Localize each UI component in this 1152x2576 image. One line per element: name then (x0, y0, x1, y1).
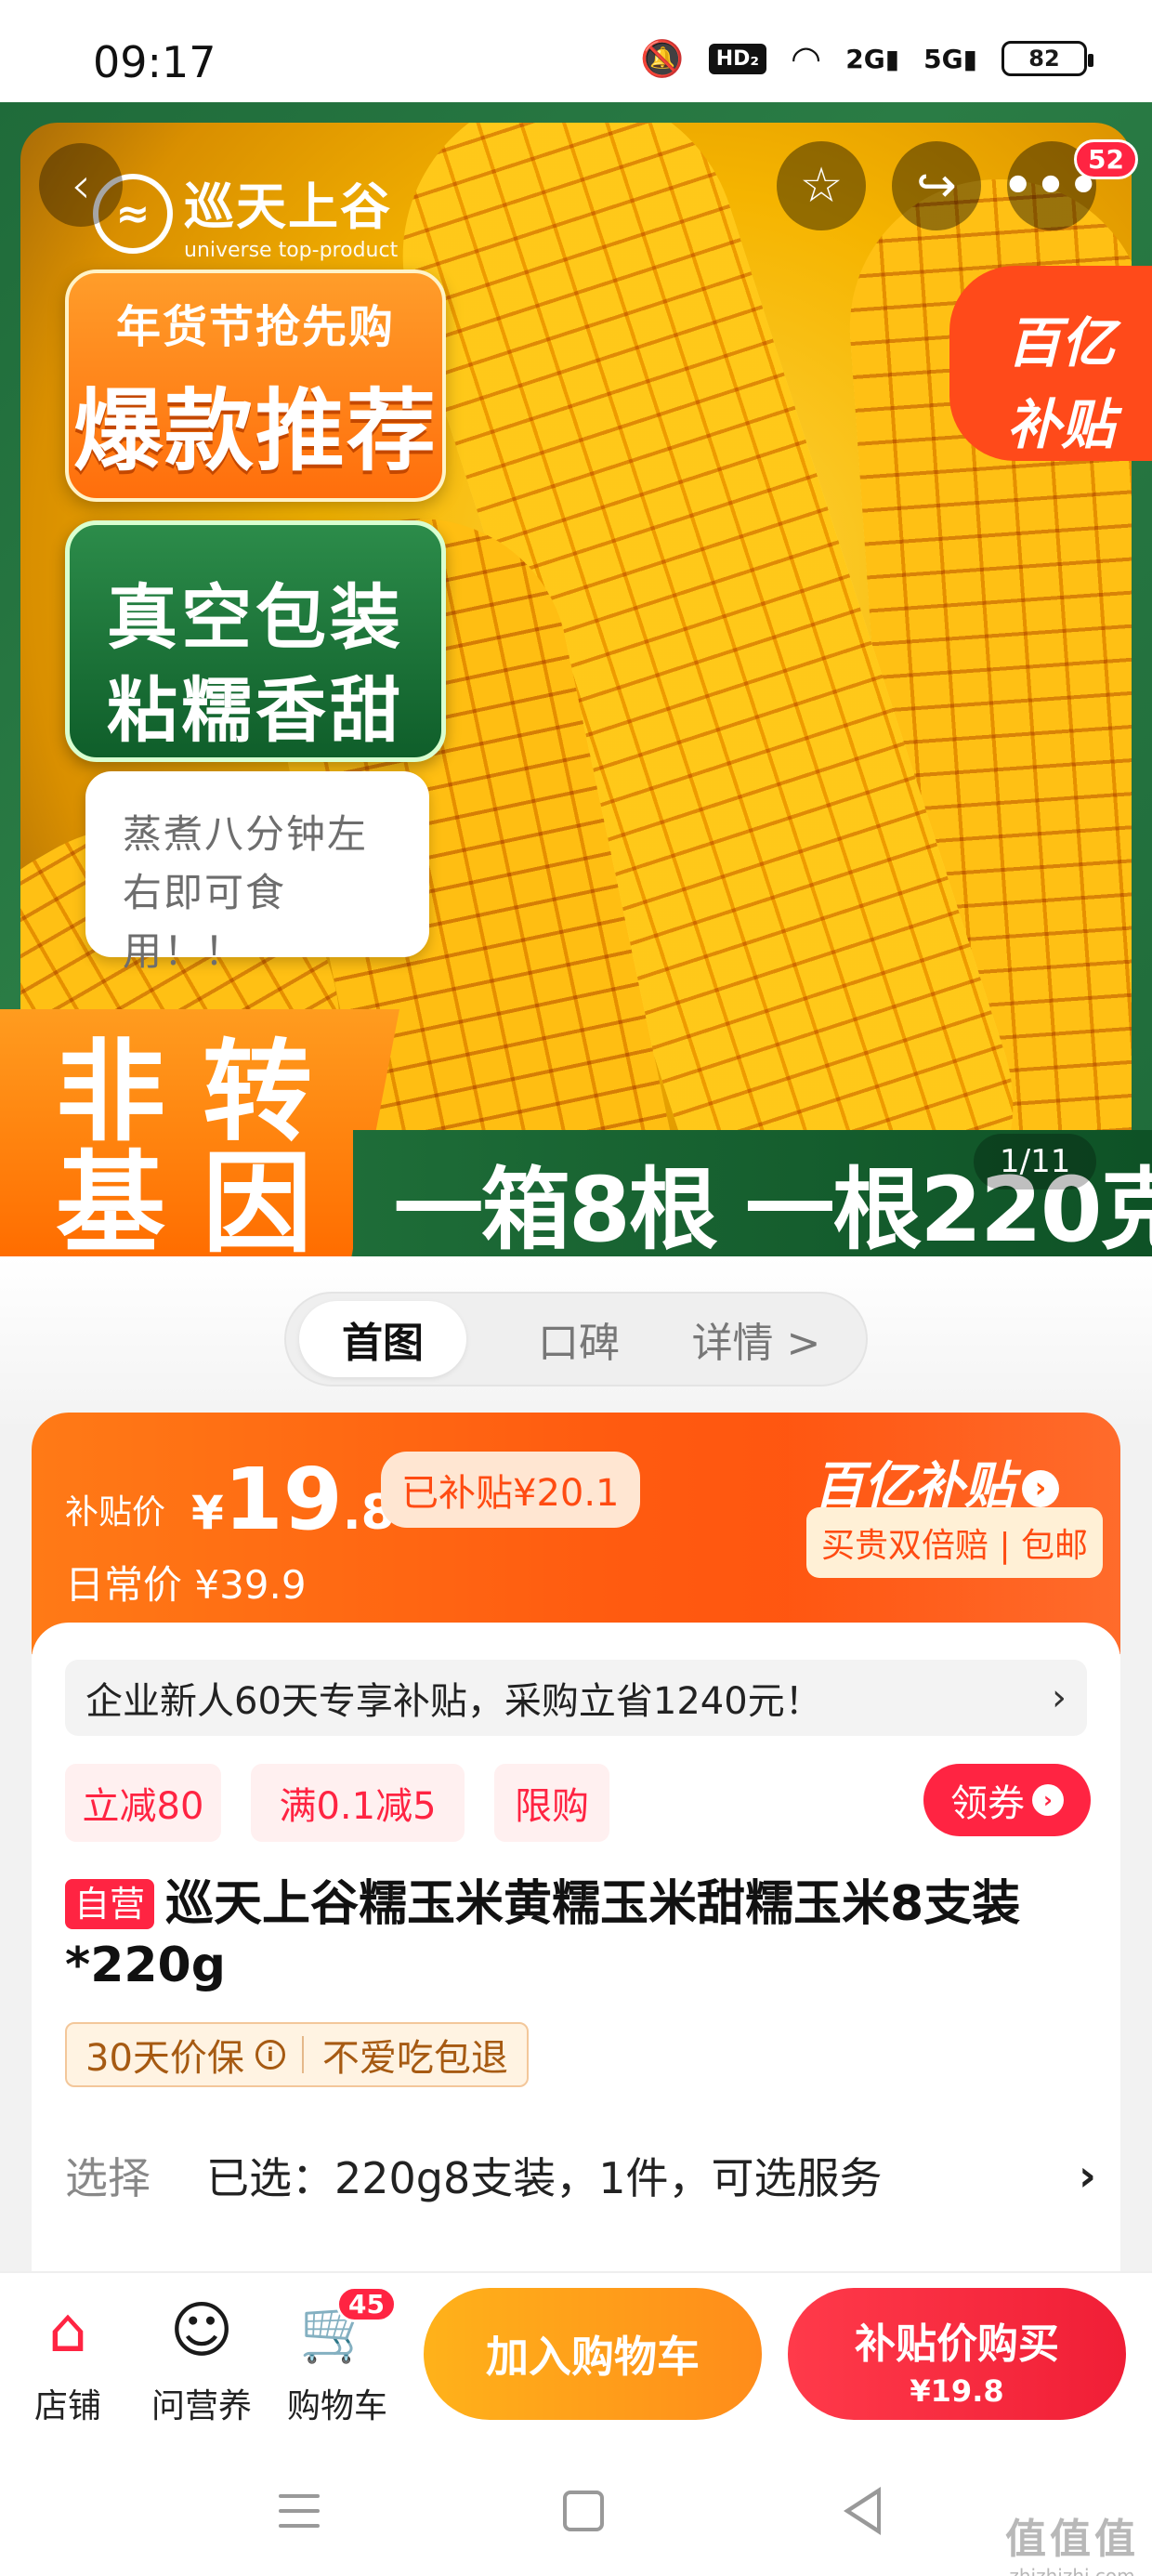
promo-main-text: 爆款推荐 (73, 379, 438, 483)
program-name: 百亿补贴 (814, 1456, 1015, 1515)
service-1-label: 30天价保 (85, 2037, 244, 2080)
brand-logo-block: ≈ 巡天上谷 universe top-product (93, 165, 398, 262)
share-button[interactable]: ↪ (892, 141, 981, 230)
tab-main-image[interactable]: 首图 (299, 1301, 466, 1377)
signal-5g-icon: 5G▮ (923, 43, 977, 74)
chevron-right-icon: › (1079, 2150, 1096, 2201)
price-integer: 19 (223, 1450, 343, 1549)
product-title: 自营 巡天上谷糯玉米黄糯玉米甜糯玉米8支装*220g (65, 1873, 1096, 1996)
tab-area: 首图 口碑 详情 > (0, 1256, 1152, 1424)
signal-2g-icon: 2G▮ (845, 43, 900, 74)
buy-price: ¥19.8 (910, 2373, 1004, 2409)
buy-label: 补贴价购买 (855, 2320, 1059, 2368)
status-time: 09:17 (93, 37, 216, 87)
coupon-row: 立减80 满0.1减5 限购 领券 › (65, 1764, 1091, 1844)
brand-name: 巡天上谷 (184, 177, 392, 236)
cart-count-badge: 45 (336, 2286, 397, 2322)
system-nav-bar (0, 2438, 1152, 2576)
yi-badge-line-2: 补贴 (1006, 393, 1115, 456)
pack-line-2: 粘糯香甜 (107, 669, 404, 752)
menu-icon[interactable] (279, 2494, 320, 2539)
add-to-cart-button[interactable]: 加入购物车 (424, 2288, 762, 2420)
store-button[interactable]: ⌂ 店铺 (7, 2292, 128, 2427)
coupon-tag[interactable]: 限购 (494, 1764, 609, 1842)
daily-price: 日常价 ¥39.9 (65, 1562, 307, 1608)
coupon-tag[interactable]: 立减80 (65, 1764, 221, 1842)
yi-badge-line-1: 百亿 (1006, 311, 1115, 375)
price-card: 补贴价 ¥19.8 已补贴¥20.1 日常价 ¥39.9 百亿补贴 › 买贵双倍赔… (32, 1413, 1120, 1654)
billion-subsidy-badge: 百亿 补贴 (949, 266, 1152, 461)
enterprise-promo-banner[interactable]: 企业新人60天专享补贴，采购立省1240元！ › (65, 1660, 1087, 1736)
product-hero-image[interactable]: ≈ 巡天上谷 universe top-product ‹ ☆ ↪ ••• 52… (0, 102, 1152, 1256)
watermark: 值值值 zhizhizhi.com (1005, 2505, 1139, 2576)
price-currency: ¥ (191, 1486, 224, 1540)
watermark-logo: 值值值 (1005, 2516, 1139, 2563)
star-icon: ☆ (799, 158, 844, 214)
bottom-action-bar: ⌂ 店铺 ☺ 问营养 🛒 45 购物车 加入购物车 补贴价购买 ¥19.8 (0, 2271, 1152, 2438)
select-label: 选择 (65, 2153, 151, 2203)
service-tags[interactable]: 30天价保 i 不爱吃包退 (65, 2022, 529, 2087)
store-icon: ⌂ (48, 2294, 87, 2366)
image-counter: 1/11 (974, 1134, 1097, 1189)
chevron-right-icon: › (1032, 1784, 1064, 1816)
subsidy-amount-tag: 已补贴¥20.1 (381, 1452, 640, 1528)
subsidy-price: ¥19.8 (191, 1450, 395, 1549)
price-protection-tag: 30天价保 i (67, 2028, 302, 2082)
bell-mute-icon: 🔕 (640, 38, 685, 79)
promo-banner-text: 企业新人60天专享补贴，采购立省1240元！ (85, 1680, 822, 1723)
product-title-text: 巡天上谷糯玉米黄糯玉米甜糯玉米8支装*220g (65, 1876, 1021, 1993)
nutritionist-icon: ☺ (169, 2294, 234, 2366)
pack-line-1: 真空包装 (107, 576, 404, 659)
get-coupon-button[interactable]: 领券 › (923, 1764, 1091, 1836)
share-icon: ↪ (916, 158, 957, 214)
chevron-right-icon: › (1022, 1470, 1059, 1508)
tab-details[interactable]: 详情 > (673, 1301, 840, 1377)
promo-top-text: 年货节抢先购 (115, 301, 395, 353)
info-icon: i (255, 2040, 285, 2070)
hd-icon: HD₂ (708, 43, 767, 74)
status-icons: 🔕 HD₂ ◠ 2G▮ 5G▮ 82 (640, 38, 1093, 79)
store-label: 店铺 (33, 2387, 101, 2425)
ask-label: 问营养 (151, 2387, 252, 2425)
favorite-button[interactable]: ☆ (777, 141, 866, 230)
packaging-tag: 真空包装 粘糯香甜 (65, 520, 446, 762)
battery-icon: 82 (1001, 41, 1093, 76)
cart-label: 购物车 (286, 2387, 387, 2425)
watermark-url: zhizhizhi.com (1009, 2565, 1135, 2576)
self-operated-tag: 自营 (65, 1879, 155, 1929)
non-gmo-line-1: 非转 (56, 1028, 350, 1156)
spec-selector[interactable]: 选择 已选：220g8支装，1件，可选服务 › (65, 2143, 1096, 2208)
guarantee-tag: 买贵双倍赔 | 包邮 (806, 1507, 1104, 1578)
buy-now-button[interactable]: 补贴价购买 ¥19.8 (788, 2288, 1126, 2420)
back-button[interactable]: ‹ (39, 143, 123, 227)
ask-nutrition-button[interactable]: ☺ 问营养 (141, 2292, 262, 2427)
select-value: 已选：220g8支装，1件，可选服务 (206, 2153, 883, 2203)
chevron-left-icon: ‹ (71, 155, 91, 215)
status-bar: 09:17 🔕 HD₂ ◠ 2G▮ 5G▮ 82 (0, 0, 1152, 102)
back-icon[interactable] (844, 2487, 881, 2535)
coupon-tag[interactable]: 满0.1减5 (251, 1764, 465, 1842)
message-count-badge: 52 (1074, 139, 1138, 179)
wifi-icon: ◠ (791, 38, 822, 79)
chevron-right-icon: › (1052, 1676, 1067, 1719)
price-label: 补贴价 (65, 1493, 166, 1531)
cart-button[interactable]: 🛒 45 购物车 (277, 2286, 398, 2427)
tab-bar: 首图 口碑 详情 > (284, 1292, 868, 1387)
return-tag: 不爱吃包退 (321, 2037, 508, 2080)
festival-promo-tag: 年货节抢先购 爆款推荐 (65, 269, 446, 502)
product-info-card: 企业新人60天专享补贴，采购立省1240元！ › 立减80 满0.1减5 限购 … (32, 1623, 1120, 2273)
non-gmo-line-2: 基因 (56, 1139, 350, 1256)
non-gmo-tag: 非转 基因 (0, 1009, 399, 1256)
brand-tagline: universe top-product (184, 239, 399, 262)
get-coupon-label: 领券 (950, 1782, 1025, 1825)
home-icon[interactable] (563, 2491, 604, 2531)
cooking-note: 蒸煮八分钟左右即可食用！！ (85, 771, 429, 974)
tab-reviews[interactable]: 口碑 (500, 1301, 658, 1377)
